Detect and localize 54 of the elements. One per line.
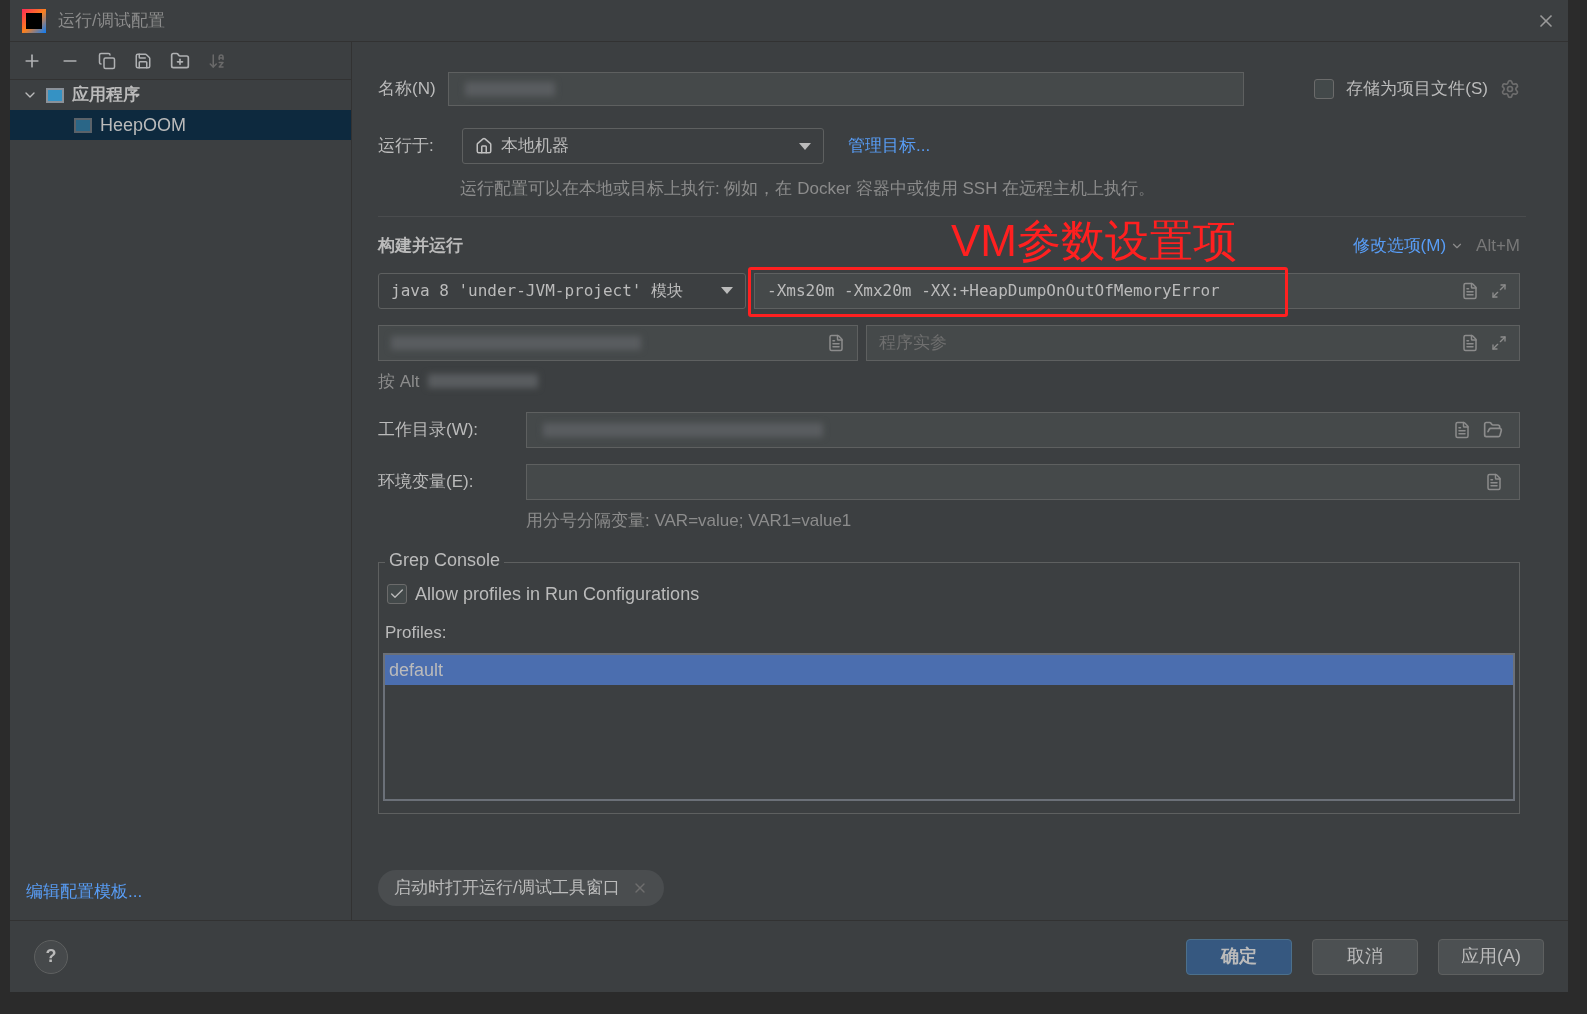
caret-icon (799, 142, 811, 150)
folder-add-icon[interactable] (170, 50, 190, 71)
document-icon[interactable] (827, 333, 845, 352)
shortcut-text: Alt+M (1476, 234, 1520, 257)
tree-item[interactable]: 应用程序 (10, 80, 351, 110)
home-icon (475, 137, 493, 155)
dialog-button[interactable]: 应用(A) (1438, 938, 1544, 975)
window-title: 运行/调试配置 (58, 9, 166, 32)
vm-options-field[interactable]: -Xms20m -Xmx20m -XX:+HeapDumpOnOutOfMemoryError (754, 272, 1520, 309)
checkbox[interactable] (1314, 79, 1335, 99)
dialog-button[interactable]: 取消 (1312, 938, 1418, 975)
window-icon (74, 117, 92, 133)
checkbox[interactable] (387, 584, 407, 604)
checkbox-label: Allow profiles in Run Configurations (415, 582, 700, 606)
tree-item[interactable]: HeepOOM (10, 110, 351, 140)
caret-icon (721, 287, 733, 294)
section-title: 构建并运行 (378, 234, 463, 257)
group-title: Grep Console (385, 550, 505, 569)
manage-targets-link[interactable]: 管理目标... (848, 133, 931, 159)
field-label: Profiles: (385, 621, 448, 644)
help-button[interactable]: ? (34, 939, 68, 974)
window-icon (46, 87, 64, 103)
list-item[interactable]: default (385, 655, 1513, 685)
document-icon[interactable] (1453, 421, 1471, 439)
checkbox-label: 存储为项目文件(S) (1346, 78, 1488, 101)
field-label: 工作目录(W): (378, 419, 480, 442)
document-icon[interactable] (1461, 333, 1479, 352)
sort-icon[interactable] (208, 51, 226, 70)
document-icon[interactable] (1461, 281, 1479, 300)
folder-icon[interactable] (1483, 420, 1503, 440)
jdk-dropdown[interactable]: java 8 'under-JVM-project' 模块 (378, 272, 746, 309)
working-directory-field[interactable] (526, 412, 1520, 448)
name-field[interactable] (447, 72, 1244, 106)
hint-text: 运行配置可以在本地或目标上执行: 例如，在 Docker 容器中或使用 SSH 在远程主机上执行。 (460, 178, 1157, 200)
document-icon[interactable] (1485, 473, 1503, 491)
expand-icon[interactable] (1491, 282, 1507, 299)
app-logo-icon (22, 8, 46, 33)
field-label: 运行于: (378, 135, 435, 158)
ok-button[interactable]: 确定 (1186, 938, 1292, 975)
edit-templates-link[interactable]: 编辑配置模板... (10, 878, 351, 920)
settings-icon[interactable] (1500, 79, 1520, 99)
annotation-text: VM参数设置项 (951, 218, 1237, 263)
expand-icon[interactable] (1491, 334, 1507, 351)
option-chip: 启动时打开运行/调试工具窗口 (378, 870, 664, 906)
field-label: 名称(N) (378, 78, 436, 101)
modify-options-link[interactable]: 修改选项(M) (1352, 232, 1465, 259)
hint-text: 用分号分隔变量: VAR=value; VAR1=value1 (526, 510, 853, 532)
copy-icon[interactable] (98, 51, 116, 70)
environment-variables-field[interactable] (526, 464, 1520, 500)
field-label: 环境变量(E): (378, 471, 475, 494)
save-icon[interactable] (134, 51, 152, 70)
hint-text: 按 Alt (378, 370, 420, 393)
main-class-field[interactable] (378, 324, 858, 361)
run-on-dropdown[interactable]: 本地机器 (462, 128, 824, 164)
